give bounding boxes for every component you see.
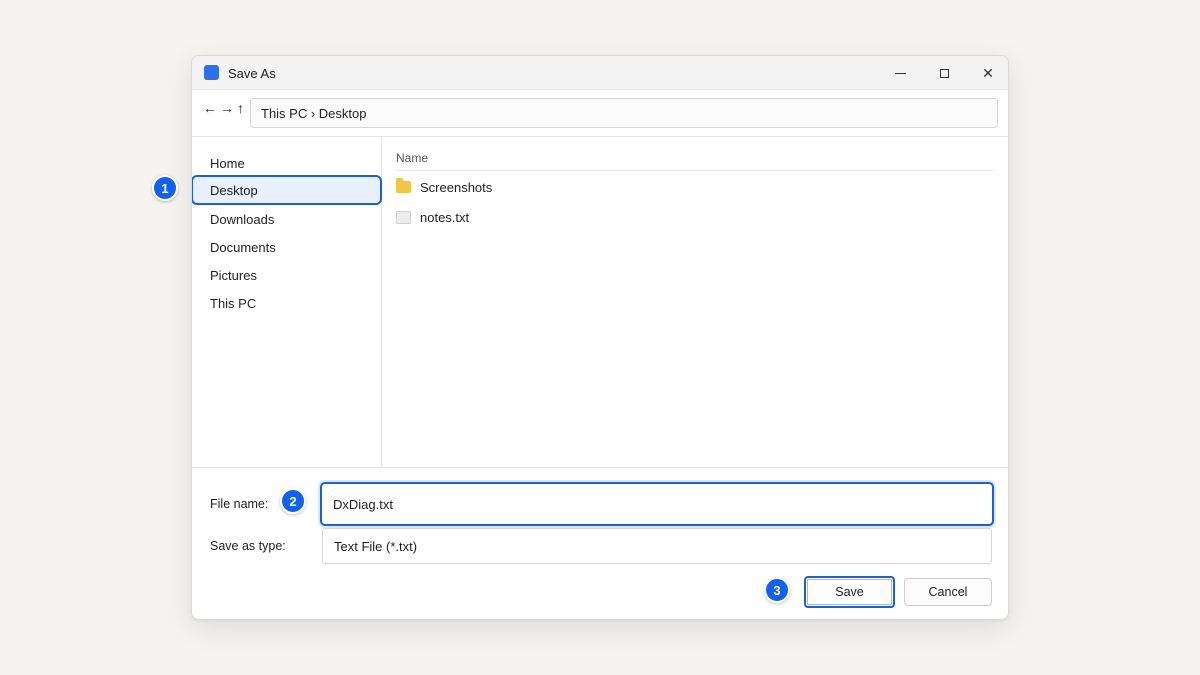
save-button[interactable]: Save xyxy=(804,576,895,608)
minimize-icon xyxy=(894,72,906,74)
save-options: File name: Save as type: Text File (*.tx… xyxy=(192,467,1008,619)
step-badge-1: 1 xyxy=(152,175,178,201)
sidebar-item-desktop[interactable]: Desktop xyxy=(192,175,382,205)
save-type-select[interactable]: Text File (*.txt) xyxy=(322,528,992,564)
sidebar: Home Desktop Downloads Documents Picture… xyxy=(192,137,382,467)
save-as-dialog: Save As ✕ ← → ↑ This PC › Desktop Home D… xyxy=(191,55,1009,620)
sidebar-item-home[interactable]: Home xyxy=(192,149,382,177)
sidebar-item-documents[interactable]: Documents xyxy=(192,233,382,261)
maximize-icon xyxy=(939,68,949,78)
sidebar-item-pictures[interactable]: Pictures xyxy=(192,261,382,289)
close-icon: ✕ xyxy=(982,64,994,81)
cancel-button[interactable]: Cancel xyxy=(904,578,992,606)
sidebar-item-downloads[interactable]: Downloads xyxy=(192,205,382,233)
file-name: Screenshots xyxy=(420,179,493,195)
minimize-button[interactable] xyxy=(878,56,922,90)
forward-arrow-icon[interactable]: → xyxy=(220,100,234,116)
up-arrow-icon[interactable]: ↑ xyxy=(237,100,244,116)
title-bar: Save As ✕ xyxy=(192,56,1008,90)
maximize-button[interactable] xyxy=(922,56,966,90)
text-file-icon xyxy=(396,210,411,224)
app-icon xyxy=(204,65,219,80)
step-badge-2: 2 xyxy=(280,488,306,514)
sidebar-item-this-pc[interactable]: This PC xyxy=(192,289,382,317)
file-name: notes.txt xyxy=(420,209,470,225)
folder-icon xyxy=(396,178,411,193)
file-row-screenshots[interactable]: Screenshots xyxy=(396,173,996,201)
close-button[interactable]: ✕ xyxy=(966,56,1008,90)
filename-input[interactable] xyxy=(320,482,994,526)
address-bar[interactable]: This PC › Desktop xyxy=(250,98,998,128)
back-arrow-icon[interactable]: ← xyxy=(203,100,217,116)
nav-arrows: ← → ↑ xyxy=(203,100,244,116)
step-badge-3: 3 xyxy=(764,577,790,603)
window-title: Save As xyxy=(228,66,276,81)
column-header-name[interactable]: Name xyxy=(396,151,996,171)
file-row-notes[interactable]: notes.txt xyxy=(396,203,996,231)
save-type-label: Save as type: xyxy=(210,539,286,553)
filename-label: File name: xyxy=(210,497,269,511)
file-list: Name Screenshots notes.txt xyxy=(383,137,1008,467)
navigation-bar: ← → ↑ This PC › Desktop xyxy=(192,90,1008,137)
